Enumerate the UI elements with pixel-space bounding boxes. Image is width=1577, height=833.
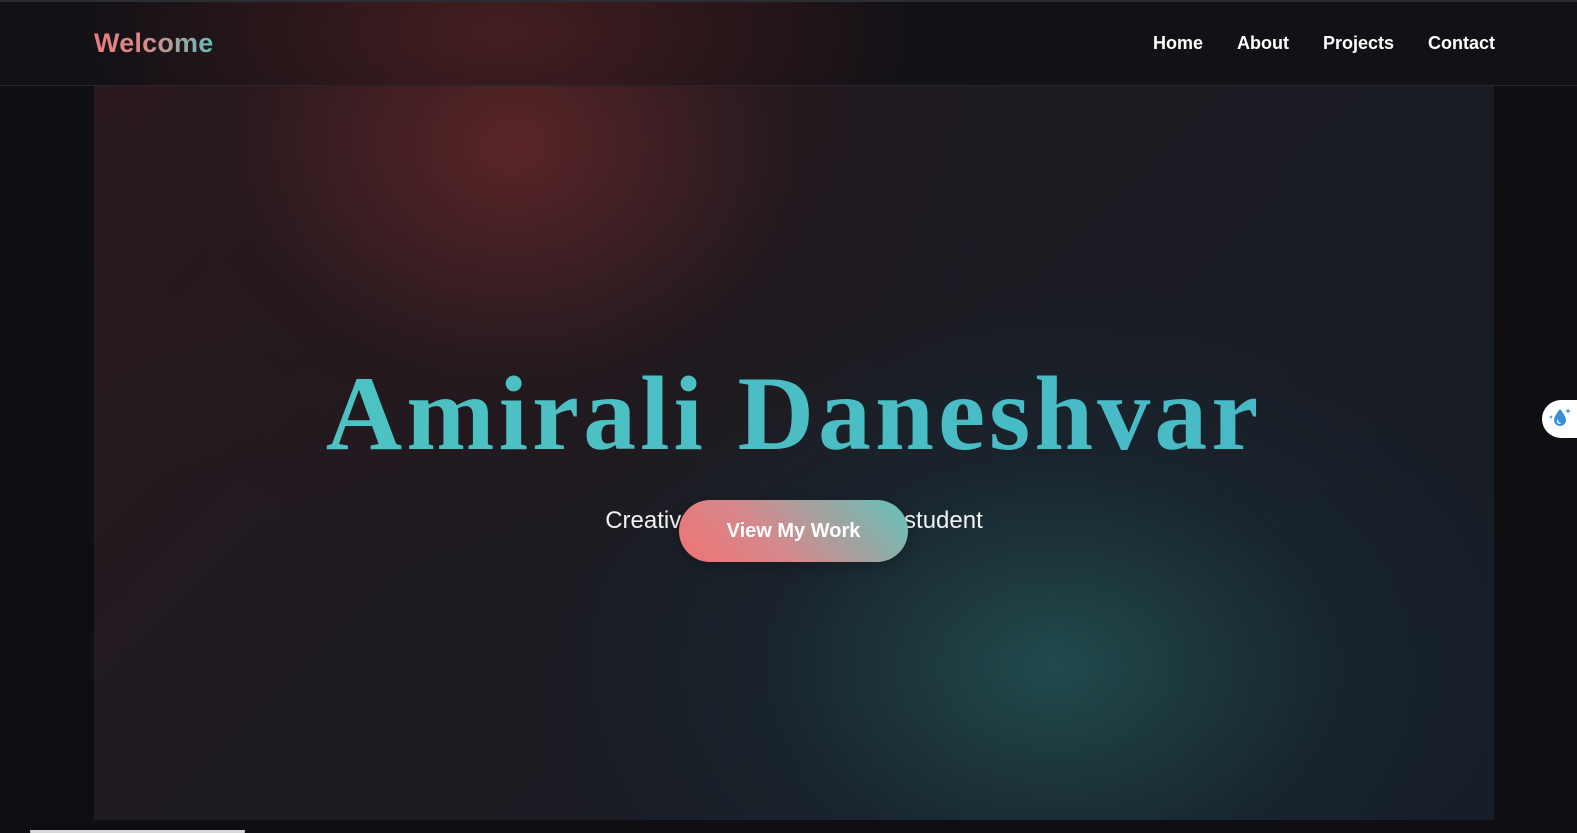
nav-link-projects[interactable]: Projects bbox=[1323, 33, 1394, 54]
hero-title: Amirali Daneshvar bbox=[94, 355, 1494, 473]
hero-section: Amirali Daneshvar Creative Developer and… bbox=[94, 86, 1494, 820]
nav-menu: Home About Projects Contact bbox=[1153, 33, 1495, 54]
logo[interactable]: Welcome bbox=[94, 28, 213, 59]
nav-link-contact[interactable]: Contact bbox=[1428, 33, 1495, 54]
nav-link-about[interactable]: About bbox=[1237, 33, 1289, 54]
side-widget[interactable] bbox=[1542, 400, 1577, 438]
water-drop-sparkle-icon bbox=[1547, 406, 1573, 433]
navbar: Welcome Home About Projects Contact bbox=[0, 2, 1577, 86]
nav-link-home[interactable]: Home bbox=[1153, 33, 1203, 54]
view-my-work-button[interactable]: View My Work bbox=[679, 500, 908, 562]
page: Welcome Home About Projects Contact Amir… bbox=[0, 0, 1577, 833]
